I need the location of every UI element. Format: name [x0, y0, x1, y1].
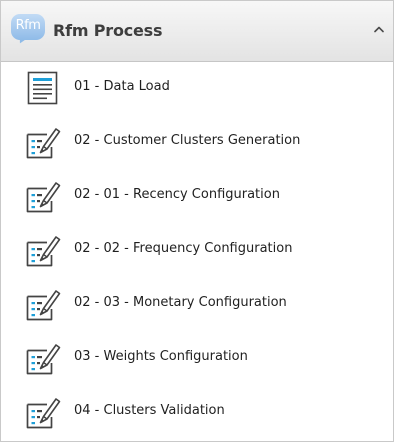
list-item-label: 02 - 02 - Frequency Configuration: [74, 241, 293, 256]
chevron-up-icon: [374, 26, 384, 33]
panel-title: Rfm Process: [53, 21, 163, 40]
edit-form-icon: [25, 395, 61, 431]
list-item-monetary-configuration[interactable]: 02 - 03 - Monetary Configuration: [1, 278, 393, 332]
list-item-customer-clusters-generation[interactable]: 02 - Customer Clusters Generation: [1, 116, 393, 170]
collapse-button[interactable]: [371, 21, 387, 39]
document-lines-icon: [25, 71, 61, 107]
edit-form-icon: [25, 233, 61, 269]
list-item-label: 01 - Data Load: [74, 79, 170, 94]
list-item-label: 04 - Clusters Validation: [74, 403, 225, 418]
list-item-recency-configuration[interactable]: 02 - 01 - Recency Configuration: [1, 170, 393, 224]
list-item-weights-configuration[interactable]: 03 - Weights Configuration: [1, 332, 393, 386]
list-item-label: 02 - 01 - Recency Configuration: [74, 187, 280, 202]
list-item-clusters-validation[interactable]: 04 - Clusters Validation: [1, 386, 393, 440]
edit-form-icon: [25, 179, 61, 215]
logo-text: Rfm: [11, 14, 45, 40]
list-item-label: 02 - Customer Clusters Generation: [74, 133, 301, 148]
list-item-frequency-configuration[interactable]: 02 - 02 - Frequency Configuration: [1, 224, 393, 278]
list-item-label: 03 - Weights Configuration: [74, 349, 248, 364]
edit-form-icon: [25, 125, 61, 161]
rfm-process-panel: Rfm Rfm Process 01 - Data Load 02 - Cust…: [0, 0, 394, 442]
list-item-data-load[interactable]: 01 - Data Load: [1, 62, 393, 116]
panel-header[interactable]: Rfm Rfm Process: [1, 1, 393, 62]
edit-form-icon: [25, 341, 61, 377]
speech-bubble-logo-icon: Rfm: [11, 14, 47, 46]
edit-form-icon: [25, 287, 61, 323]
list-item-label: 02 - 03 - Monetary Configuration: [74, 295, 287, 310]
